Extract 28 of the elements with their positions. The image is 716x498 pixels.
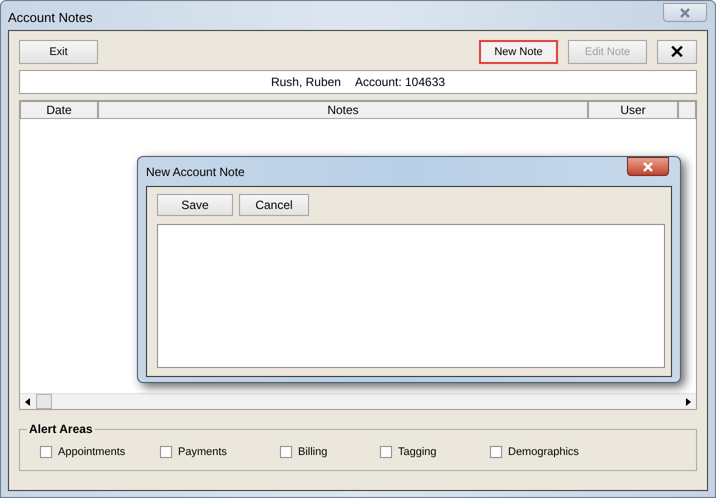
- exit-button[interactable]: Exit: [19, 40, 98, 64]
- checkbox-label: Payments: [178, 444, 227, 460]
- checkbox[interactable]: [380, 446, 392, 458]
- column-header[interactable]: Notes: [98, 101, 588, 119]
- account-number: Account: 104633: [354, 74, 446, 91]
- patient-name: Rush, Ruben: [270, 74, 341, 91]
- column-header[interactable]: Date: [20, 101, 98, 119]
- checkbox[interactable]: [280, 446, 292, 458]
- checkbox-label: Demographics: [508, 444, 579, 460]
- note-button[interactable]: New Note: [479, 40, 558, 64]
- horizontal-scrollbar[interactable]: [20, 393, 696, 409]
- checkbox-label: Appointments: [58, 444, 126, 460]
- scroll-thumb[interactable]: [36, 394, 52, 409]
- note-input-field[interactable]: [157, 224, 665, 368]
- checkbox[interactable]: [160, 446, 172, 458]
- save-button[interactable]: Save: [157, 194, 233, 216]
- checkbox[interactable]: [490, 446, 502, 458]
- close-button[interactable]: [627, 157, 669, 176]
- checkbox[interactable]: [40, 446, 52, 458]
- close-icon: [642, 162, 654, 172]
- column-header[interactable]: User: [588, 101, 678, 119]
- close-icon: [679, 8, 691, 18]
- cancel-button[interactable]: Cancel: [239, 194, 309, 216]
- checkbox-label: Billing: [298, 444, 328, 460]
- close-button[interactable]: ✕: [657, 40, 697, 64]
- checkbox-label: Tagging: [398, 444, 437, 460]
- dialog-title: New Account Note: [146, 164, 245, 181]
- window-title: Account Notes: [8, 9, 93, 27]
